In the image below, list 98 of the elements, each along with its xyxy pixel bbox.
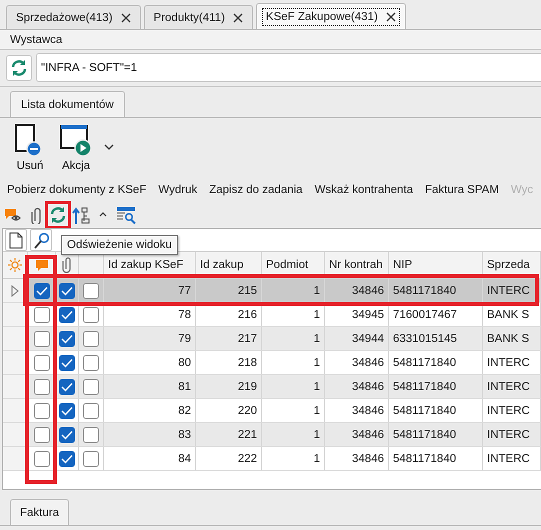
table-cell: 5481171840	[389, 351, 483, 375]
ribbon-button[interactable]: Usuń	[12, 124, 48, 172]
document-tab[interactable]: KSeF Zakupowe(431)	[256, 3, 406, 29]
refresh-icon	[9, 58, 29, 78]
checkbox[interactable]	[34, 426, 50, 442]
table-cell: 215	[196, 279, 262, 303]
table-cell: 1	[262, 375, 325, 399]
table-cell: 82	[104, 399, 196, 423]
menu-item[interactable]: Wydruk	[158, 184, 198, 202]
checkbox[interactable]	[83, 306, 99, 322]
table-cell: 5481171840	[389, 375, 483, 399]
table-cell: 83	[104, 423, 196, 447]
table-cell: 34944	[325, 327, 389, 351]
table-cell: 34846	[325, 351, 389, 375]
tooltip: Odświeżenie widoku	[61, 235, 178, 255]
table-cell: 6331015145	[389, 327, 483, 351]
table-cell: 221	[196, 423, 262, 447]
checkbox[interactable]	[83, 282, 99, 298]
checkbox[interactable]	[34, 306, 50, 322]
checkbox[interactable]	[34, 282, 50, 298]
checkbox[interactable]	[34, 378, 50, 394]
checkbox[interactable]	[59, 426, 75, 442]
table-cell: 34846	[325, 447, 389, 471]
table-cell: 5481171840	[389, 423, 483, 447]
paperclip-icon	[61, 257, 73, 273]
comment-eye-icon[interactable]	[5, 207, 21, 223]
row-indicator-icon	[11, 284, 19, 296]
document-icon	[8, 232, 24, 248]
table-cell: 1	[262, 351, 325, 375]
checkbox[interactable]	[83, 450, 99, 466]
table-cell: 219	[196, 375, 262, 399]
checkbox[interactable]	[59, 378, 75, 394]
table-cell: 34846	[325, 399, 389, 423]
close-icon[interactable]	[232, 12, 243, 22]
checkbox[interactable]	[59, 402, 75, 418]
search-button[interactable]	[30, 229, 52, 251]
table-cell: 1	[262, 327, 325, 351]
table-search-icon[interactable]	[116, 206, 136, 224]
section-label: Wystawca	[0, 30, 541, 50]
menu-item[interactable]: Zapisz do zadania	[209, 184, 303, 202]
checkbox[interactable]	[59, 354, 75, 370]
table-cell: 80	[104, 351, 196, 375]
panel-tab[interactable]: Faktura	[10, 499, 69, 525]
table-cell: 5481171840	[389, 399, 483, 423]
table-cell: 217	[196, 327, 262, 351]
table-cell: 1	[262, 423, 325, 447]
refresh-button[interactable]	[6, 54, 32, 80]
table-cell: 1	[262, 399, 325, 423]
table-cell: 1	[262, 279, 325, 303]
table-cell: 34846	[325, 279, 389, 303]
checkbox[interactable]	[83, 354, 99, 370]
table-cell: 84	[104, 447, 196, 471]
table-cell: INTERC	[483, 351, 541, 375]
table-cell: INTERC	[483, 447, 541, 471]
table-cell: 220	[196, 399, 262, 423]
table-cell: 34846	[325, 375, 389, 399]
table-cell: 77	[104, 279, 196, 303]
checkbox[interactable]	[83, 330, 99, 346]
sun-icon	[8, 258, 22, 272]
window-play-icon	[60, 124, 92, 157]
new-document-button[interactable]	[5, 229, 27, 251]
checkbox[interactable]	[59, 450, 75, 466]
document-tab[interactable]: Produkty(411)	[144, 5, 253, 29]
checkbox[interactable]	[59, 306, 75, 322]
menu-item[interactable]: Pobierz dokumenty z KSeF	[7, 184, 146, 202]
ribbon-button[interactable]: Akcja	[58, 124, 94, 172]
search-icon	[33, 232, 49, 248]
table-cell: 218	[196, 351, 262, 375]
table-cell: 1	[262, 447, 325, 471]
document-tab[interactable]: Sprzedażowe(413)	[6, 5, 141, 29]
table-cell: INTERC	[483, 375, 541, 399]
filter-field[interactable]: "INFRA - SOFT"=1	[36, 53, 541, 82]
menu-item[interactable]: Faktura SPAM	[425, 184, 499, 202]
table-cell: INTERC	[483, 423, 541, 447]
table-cell: 222	[196, 447, 262, 471]
close-icon[interactable]	[120, 12, 131, 22]
table-cell: 79	[104, 327, 196, 351]
checkbox[interactable]	[59, 282, 75, 298]
table-cell: 81	[104, 375, 196, 399]
table-cell: INTERC	[483, 399, 541, 423]
table-cell: BANK S	[483, 327, 541, 351]
close-icon[interactable]	[386, 12, 396, 22]
checkbox[interactable]	[34, 330, 50, 346]
checkbox[interactable]	[83, 402, 99, 418]
panel-tab[interactable]: Lista dokumentów	[10, 91, 125, 117]
checkbox[interactable]	[34, 354, 50, 370]
checkbox[interactable]	[83, 426, 99, 442]
table-cell: 5481171840	[389, 447, 483, 471]
menu-item[interactable]: Wskaż kontrahenta	[314, 184, 413, 202]
checkbox[interactable]	[83, 378, 99, 394]
checkbox[interactable]	[34, 450, 50, 466]
chevron-down-icon[interactable]	[104, 144, 114, 151]
table-cell: 5481171840	[389, 279, 483, 303]
checkbox[interactable]	[34, 402, 50, 418]
table-cell: 34846	[325, 423, 389, 447]
sort-up-icon[interactable]	[72, 206, 90, 224]
comment-icon	[36, 260, 48, 270]
checkbox[interactable]	[59, 330, 75, 346]
